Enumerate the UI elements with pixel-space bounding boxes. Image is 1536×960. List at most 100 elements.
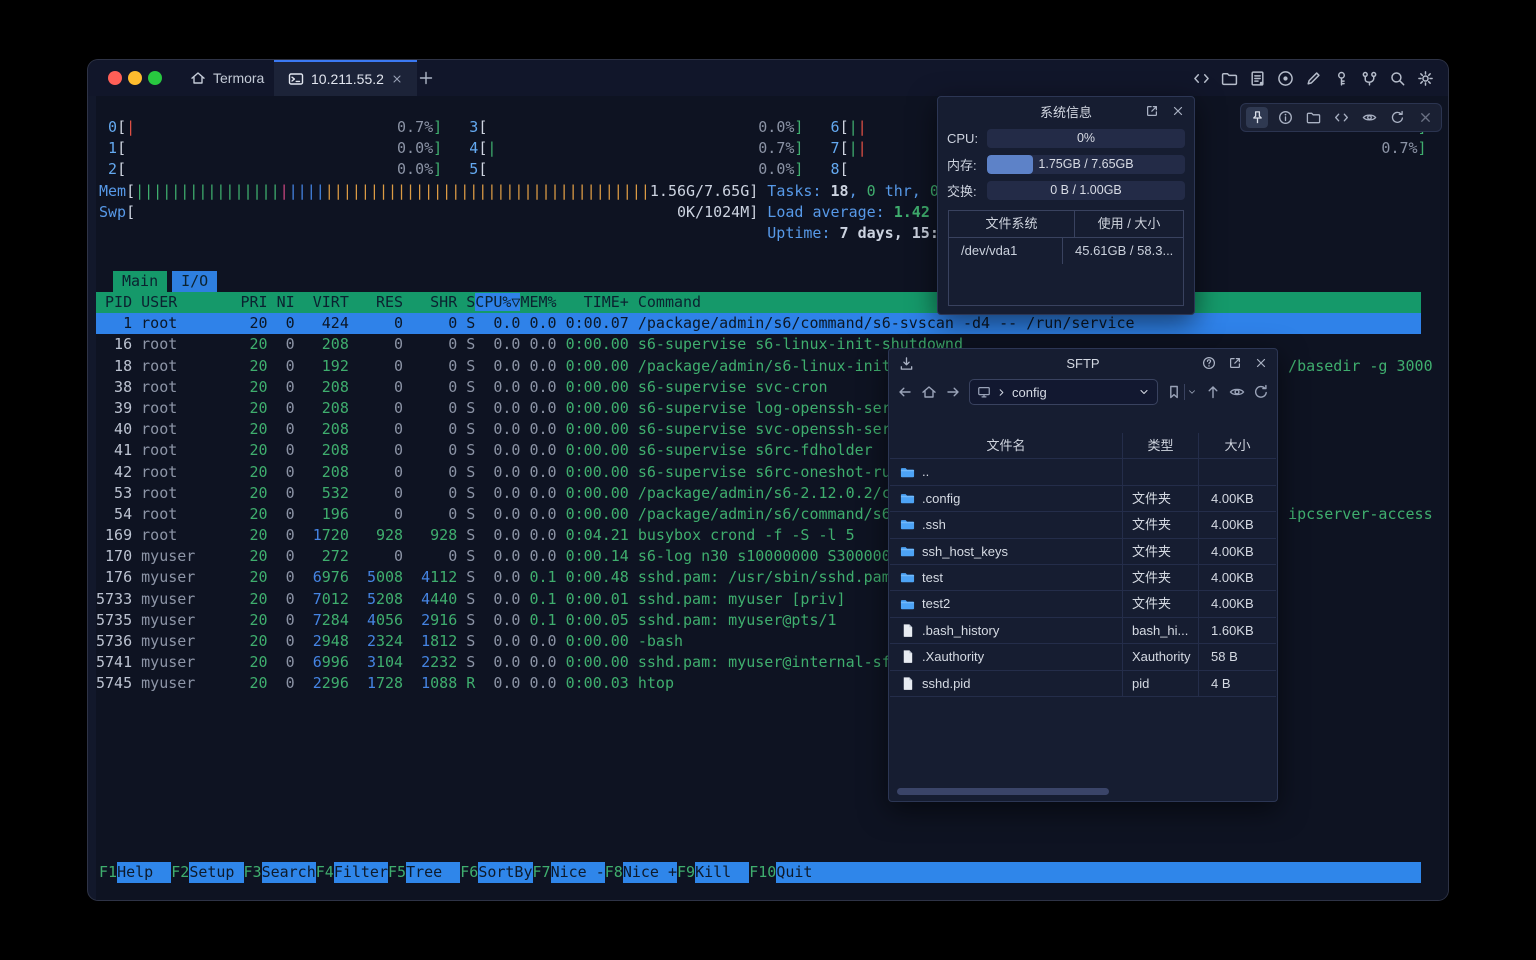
file-name: .Xauthority <box>922 644 984 669</box>
fnkey-f10[interactable]: F10 <box>749 862 776 883</box>
system-info-meters: CPU:0%内存:1.75GB / 7.65GB交换:0 B / 1.00GB <box>938 125 1194 203</box>
refresh-button[interactable] <box>1386 107 1408 128</box>
gear-icon[interactable] <box>1417 70 1434 87</box>
eye-button[interactable] <box>1358 107 1380 128</box>
tab-termora-home[interactable]: Termora <box>176 60 278 96</box>
meter-value: 0% <box>987 129 1185 148</box>
bookmark-dropdown-icon[interactable] <box>1187 387 1197 397</box>
fnkey-f5[interactable]: F5 <box>388 862 406 883</box>
key-icon[interactable] <box>1333 70 1350 87</box>
close-tab-icon[interactable] <box>391 73 403 85</box>
col-type[interactable]: 类型 <box>1123 433 1199 458</box>
fnlabel-help[interactable]: Help <box>117 862 171 883</box>
fnlabel-tree[interactable]: Tree <box>406 862 460 883</box>
col-size[interactable]: 大小 <box>1199 433 1276 458</box>
file-type <box>1123 459 1199 484</box>
back-icon[interactable] <box>897 384 913 400</box>
fnlabel-sortby[interactable]: SortBy <box>478 862 532 883</box>
chevron-down-icon[interactable] <box>1138 386 1150 398</box>
file-row[interactable]: .config文件夹4.00KB <box>890 486 1276 512</box>
file-size: 1.60KB <box>1199 618 1276 643</box>
file-row[interactable]: ssh_host_keys文件夹4.00KB <box>890 539 1276 565</box>
file-row[interactable]: test文件夹4.00KB <box>890 565 1276 591</box>
traffic-close-button[interactable] <box>108 71 122 85</box>
parent-directory-icon[interactable] <box>1205 384 1221 400</box>
info-button[interactable] <box>1274 107 1296 128</box>
info-icon <box>1278 110 1293 125</box>
fnkey-f7[interactable]: F7 <box>533 862 551 883</box>
close-icon[interactable] <box>1171 104 1185 118</box>
keys-icon[interactable] <box>1361 70 1378 87</box>
sort-column-cpu[interactable]: CPU%▽ <box>475 293 520 311</box>
htop-tab-io[interactable]: I/O <box>172 271 217 292</box>
process-table-header: PID USER PRI NI VIRT RES SHR SCPU%▽MEM% … <box>96 292 1421 313</box>
folder-button[interactable] <box>1302 107 1324 128</box>
code-icon[interactable] <box>1193 70 1210 87</box>
col-filename[interactable]: 文件名 <box>890 433 1123 458</box>
fnkey-f9[interactable]: F9 <box>677 862 695 883</box>
fnlabel-search[interactable]: Search <box>262 862 316 883</box>
refresh-icon <box>1390 110 1405 125</box>
doc-icon[interactable] <box>1249 70 1266 87</box>
bookmark-icon[interactable] <box>1166 384 1182 400</box>
fs-name: /dev/vda1 <box>949 238 1063 264</box>
tab-label: 10.211.55.2 <box>311 71 384 87</box>
close-icon[interactable] <box>1254 356 1268 370</box>
home-icon[interactable] <box>921 384 937 400</box>
fnlabel-quit[interactable]: Quit <box>776 862 812 883</box>
refresh-icon[interactable] <box>1253 384 1269 400</box>
tab-ssh-session[interactable]: 10.211.55.2 <box>274 60 417 96</box>
file-row[interactable]: .bash_history bash_hi...1.60KB <box>890 618 1276 644</box>
fnkey-f6[interactable]: F6 <box>460 862 478 883</box>
code-button[interactable] <box>1330 107 1352 128</box>
fs-usage: 45.61GB / 58.3... <box>1063 238 1183 264</box>
scrollbar-thumb[interactable] <box>897 788 1109 795</box>
download-icon[interactable] <box>899 356 914 371</box>
fnlabel-filter[interactable]: Filter <box>334 862 388 883</box>
traffic-minimize-button[interactable] <box>128 71 142 85</box>
fnkey-f8[interactable]: F8 <box>605 862 623 883</box>
pencil-icon[interactable] <box>1305 70 1322 87</box>
help-icon[interactable] <box>1202 356 1216 370</box>
traffic-zoom-button[interactable] <box>148 71 162 85</box>
file-name: .bash_history <box>922 618 999 643</box>
record-icon[interactable] <box>1277 70 1294 87</box>
file-type: bash_hi... <box>1123 618 1199 643</box>
file-name-cell: .bash_history <box>890 618 1123 643</box>
process-row[interactable]: 1 root 20 0 424 0 0 S 0.0 0.0 0:00.07 /p… <box>96 313 1421 334</box>
filesystem-table: 文件系统使用 / 大小/dev/vda145.61GB / 58.3... <box>948 210 1184 306</box>
path-breadcrumb[interactable]: config <box>969 379 1158 405</box>
meter-value: 0 B / 1.00GB <box>987 181 1185 200</box>
fnkey-f4[interactable]: F4 <box>316 862 334 883</box>
fnlabel-nice[interactable]: Nice - <box>551 862 605 883</box>
new-tab-button[interactable] <box>418 70 434 91</box>
file-row[interactable]: test2文件夹4.00KB <box>890 591 1276 617</box>
file-row[interactable]: .ssh文件夹4.00KB <box>890 512 1276 538</box>
show-hidden-icon[interactable] <box>1229 384 1245 400</box>
folder-icon[interactable] <box>1221 70 1238 87</box>
open-in-window-icon[interactable] <box>1228 356 1242 370</box>
fnkey-f2[interactable]: F2 <box>171 862 189 883</box>
file-type: 文件夹 <box>1123 591 1199 616</box>
search-icon[interactable] <box>1389 70 1406 87</box>
open-in-window-icon[interactable] <box>1145 104 1159 118</box>
horizontal-scrollbar[interactable] <box>893 788 1275 796</box>
fnkey-f3[interactable]: F3 <box>244 862 262 883</box>
file-row[interactable]: sshd.pidpid4 B <box>890 671 1276 697</box>
cpu-meter-row: 1[ 0.0%] 4[| 0.7%] 7[|| 0.7%] <box>99 138 1427 159</box>
file-row[interactable]: .. <box>890 459 1276 485</box>
file-row[interactable]: .XauthorityXauthority58 B <box>890 644 1276 670</box>
fnlabel-nice[interactable]: Nice + <box>623 862 677 883</box>
file-name-cell: .config <box>890 486 1123 511</box>
fnlabel-setup[interactable]: Setup <box>189 862 243 883</box>
file-name: .ssh <box>922 512 946 537</box>
fnlabel-kill[interactable]: Kill <box>695 862 749 883</box>
pin-button[interactable] <box>1246 107 1268 128</box>
forward-icon[interactable] <box>945 384 961 400</box>
folder-icon <box>900 544 915 559</box>
tab-label: Termora <box>213 70 264 86</box>
htop-tab-main[interactable]: Main <box>113 271 167 292</box>
close-button[interactable] <box>1414 107 1436 128</box>
filesystem-row[interactable]: /dev/vda145.61GB / 58.3... <box>949 238 1183 264</box>
fnkey-f1[interactable]: F1 <box>99 862 117 883</box>
